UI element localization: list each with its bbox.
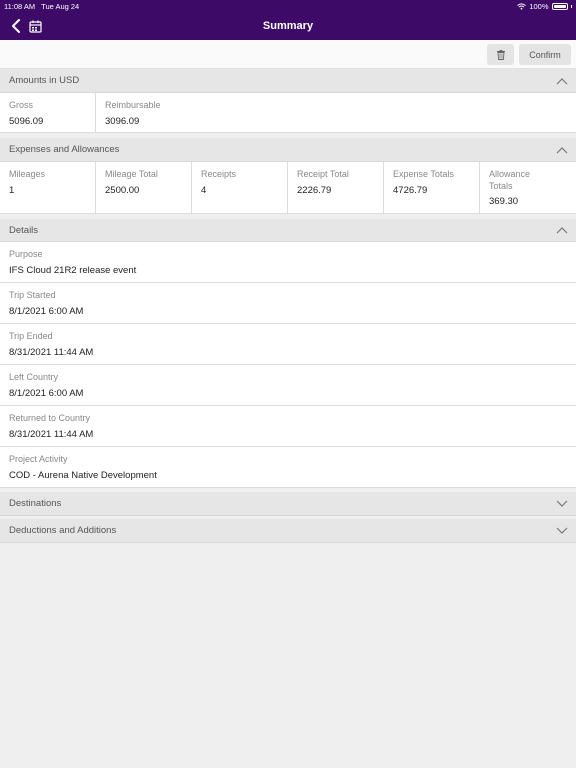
detail-label: Left Country [9, 372, 59, 382]
cell-label: Mileage Total [105, 169, 158, 179]
detail-value: IFS Cloud 21R2 release event [9, 265, 137, 276]
section-title: Deductions and Additions [9, 525, 117, 536]
amount-cell-reimbursable: Reimbursable 3096.09 [96, 93, 192, 132]
trash-icon [496, 49, 505, 60]
detail-label: Project Activity [9, 454, 68, 464]
cell-label: Receipts [201, 169, 237, 179]
cell-value: 4 [201, 185, 207, 196]
detail-project-activity: Project Activity COD - Aurena Native Dev… [0, 447, 576, 488]
destinations-section-header[interactable]: Destinations [0, 492, 576, 516]
expense-cell-receipts: Receipts 4 [192, 162, 288, 213]
cell-label: Gross [9, 100, 34, 110]
status-time: 11:08 AM [4, 1, 36, 11]
nav-bar: Summary [0, 12, 576, 40]
cell-value: 1 [9, 185, 15, 196]
status-bar: 11:08 AM Tue Aug 24 100% [0, 0, 576, 12]
cell-label: Mileages [9, 169, 46, 179]
detail-label: Trip Ended [9, 331, 53, 341]
confirm-button[interactable]: Confirm [519, 44, 571, 65]
detail-value: COD - Aurena Native Development [9, 470, 157, 481]
detail-purpose: Purpose IFS Cloud 21R2 release event [0, 242, 576, 283]
detail-value: 8/1/2021 6:00 AM [9, 306, 84, 317]
amounts-section-header[interactable]: Amounts in USD [0, 69, 576, 93]
expenses-section-header[interactable]: Expenses and Allowances [0, 138, 576, 162]
detail-returned-to-country: Returned to Country 8/31/2021 11:44 AM [0, 406, 576, 447]
expenses-row: Mileages 1 Mileage Total 2500.00 Receipt… [0, 162, 576, 214]
amounts-row: Gross 5096.09 Reimbursable 3096.09 [0, 93, 576, 133]
expense-cell-mileage-total: Mileage Total 2500.00 [96, 162, 192, 213]
page-title: Summary [262, 20, 314, 32]
detail-trip-ended: Trip Ended 8/31/2021 11:44 AM [0, 324, 576, 365]
chevron-down-icon [556, 500, 568, 507]
battery-percent: 100% [529, 1, 549, 11]
expense-cell-allowance-totals: Allowance Totals 369.30 [480, 162, 576, 213]
expense-cell-mileages: Mileages 1 [0, 162, 96, 213]
detail-trip-started: Trip Started 8/1/2021 6:00 AM [0, 283, 576, 324]
detail-label: Returned to Country [9, 413, 91, 423]
chevron-up-icon [556, 146, 568, 153]
expense-cell-expense-totals: Expense Totals 4726.79 [384, 162, 480, 213]
detail-left-country: Left Country 8/1/2021 6:00 AM [0, 365, 576, 406]
detail-value: 8/31/2021 11:44 AM [9, 429, 94, 440]
detail-label: Purpose [9, 249, 43, 259]
delete-button[interactable] [487, 44, 514, 65]
details-section-header[interactable]: Details [0, 219, 576, 242]
cell-value: 5096.09 [9, 116, 44, 127]
amount-cell-gross: Gross 5096.09 [0, 93, 96, 132]
cell-label: Receipt Total [297, 169, 349, 179]
toolbar: Confirm [0, 40, 576, 69]
expense-cell-receipt-total: Receipt Total 2226.79 [288, 162, 384, 213]
detail-value: 8/1/2021 6:00 AM [9, 388, 84, 399]
chevron-up-icon [556, 227, 568, 234]
cell-value: 2500.00 [105, 185, 140, 196]
cell-label: Allowance Totals [489, 169, 531, 191]
battery-icon [551, 2, 568, 10]
detail-label: Trip Started [9, 290, 56, 300]
cell-label: Expense Totals [393, 169, 454, 179]
section-title: Expenses and Allowances [9, 144, 120, 155]
cell-value: 3096.09 [105, 116, 140, 127]
cell-label: Reimbursable [105, 100, 161, 110]
wifi-icon [517, 2, 527, 10]
chevron-up-icon [556, 77, 568, 84]
chevron-down-icon [556, 527, 568, 534]
cell-value: 369.30 [489, 196, 519, 207]
deductions-section-header[interactable]: Deductions and Additions [0, 519, 576, 543]
section-title: Destinations [9, 498, 62, 509]
section-title: Amounts in USD [9, 75, 80, 86]
status-date: Tue Aug 24 [41, 1, 80, 11]
detail-value: 8/31/2021 11:44 AM [9, 347, 94, 358]
cell-value: 4726.79 [393, 185, 428, 196]
section-title: Details [9, 224, 39, 236]
cell-value: 2226.79 [297, 185, 332, 196]
